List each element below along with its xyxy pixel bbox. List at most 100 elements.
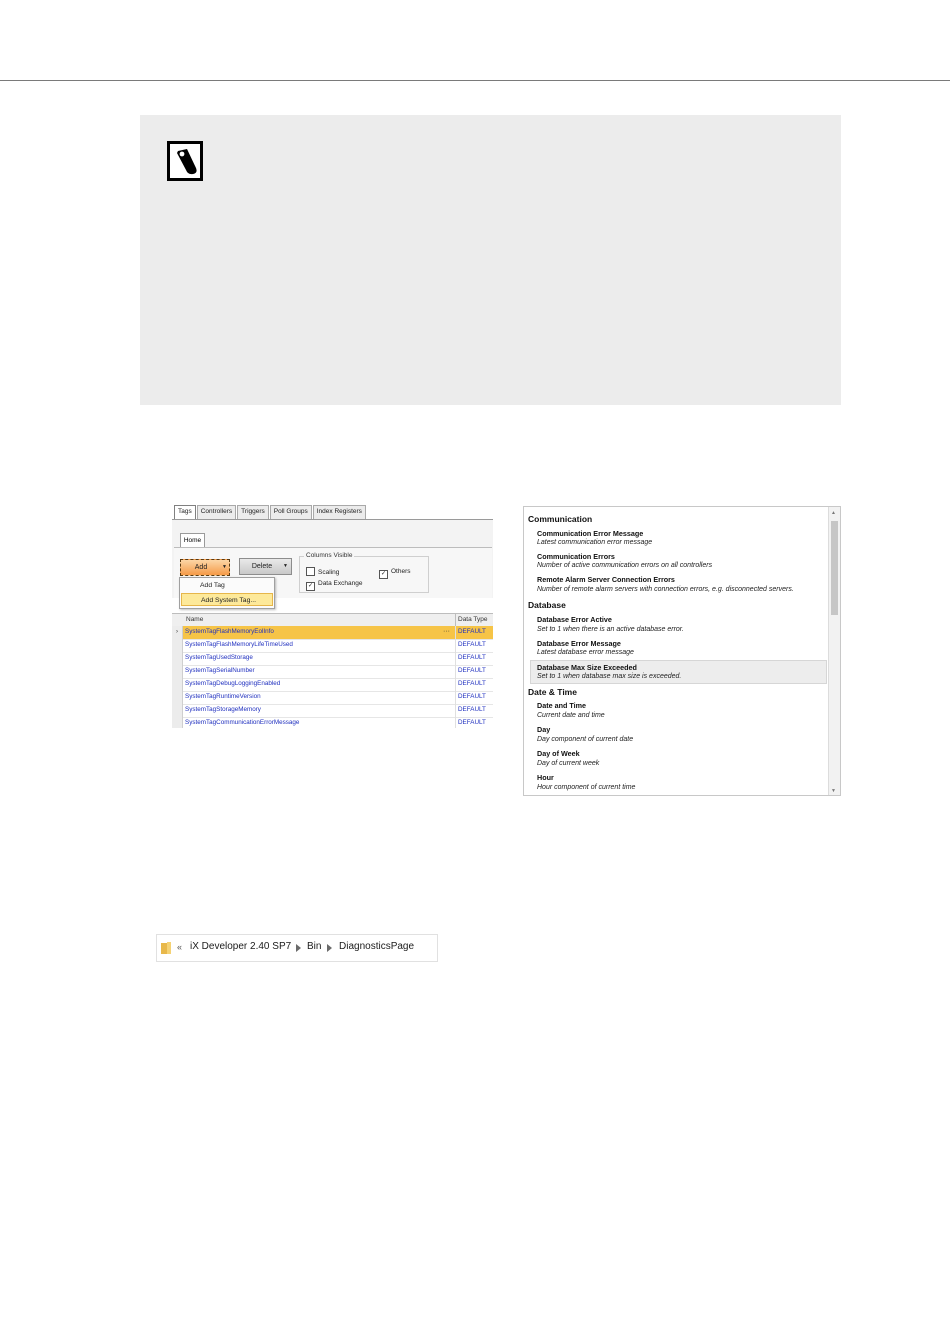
add-dropdown-arrow-icon[interactable]: ▼ [222, 560, 227, 575]
list-item-name[interactable]: Communication Errors [537, 552, 615, 561]
tag-data-type: DEFAULT [455, 704, 486, 717]
tag-name: SystemTagSerialNumber [185, 667, 255, 674]
table-row[interactable]: SystemTagCommunicationErrorMessage DEFAU… [172, 717, 493, 728]
tag-name: SystemTagRuntimeVersion [185, 693, 261, 700]
checkbox-unchecked-icon [306, 567, 315, 576]
tag-name: SystemTagStorageMemory [185, 706, 261, 713]
ellipsis-icon[interactable]: ··· [443, 626, 450, 638]
list-item-desc: Number of active communication errors on… [537, 562, 713, 569]
table-row[interactable]: › SystemTagFlashMemoryEolInfo ··· DEFAUL… [172, 626, 493, 640]
grid-header: Name Data Type [172, 613, 493, 627]
menu-item-add-system-tag[interactable]: Add System Tag... [181, 593, 273, 606]
overflow-chevron-icon[interactable]: « [177, 942, 182, 952]
table-row[interactable]: SystemTagFlashMemoryLifeTimeUsed DEFAULT [172, 639, 493, 653]
delete-button[interactable]: Delete ▼ [239, 558, 292, 575]
header-rule [0, 80, 950, 81]
tag-name: SystemTagDebugLoggingEnabled [185, 680, 281, 687]
vertical-scrollbar[interactable]: ▲ ▼ [828, 507, 840, 795]
row-gutter [172, 665, 183, 678]
tag-data-type: DEFAULT [455, 626, 486, 639]
table-row[interactable]: SystemTagUsedStorage DEFAULT [172, 652, 493, 666]
tag-data-type: DEFAULT [455, 691, 486, 704]
table-row[interactable]: SystemTagSerialNumber DEFAULT [172, 665, 493, 679]
tag-name: SystemTagFlashMemoryLifeTimeUsed [185, 641, 293, 648]
data-exchange-checkbox[interactable]: ✓ Data Exchange [306, 579, 362, 591]
scaling-checkbox[interactable]: Scaling [306, 567, 339, 577]
scroll-down-icon[interactable]: ▼ [831, 788, 836, 794]
table-row[interactable]: SystemTagStorageMemory DEFAULT [172, 704, 493, 718]
chevron-right-icon[interactable] [327, 944, 332, 952]
row-gutter [172, 691, 183, 704]
list-item-name[interactable]: Database Max Size Exceeded [537, 663, 637, 672]
tag-data-type: DEFAULT [455, 652, 486, 665]
list-item-name[interactable]: Database Error Active [537, 615, 612, 624]
list-item-name[interactable]: Day of Week [537, 749, 580, 758]
row-gutter [172, 652, 183, 665]
list-item-desc: Set to 1 when database max size is excee… [537, 673, 682, 680]
category-communication: Communication [528, 514, 593, 524]
folder-icon [161, 942, 171, 954]
others-label: Others [391, 568, 411, 575]
tag-data-type: DEFAULT [455, 717, 486, 728]
list-item-name[interactable]: Hour [537, 773, 554, 782]
tag-grid: Name Data Type › SystemTagFlashMemoryEol… [172, 604, 493, 728]
delete-button-label: Delete [251, 563, 273, 570]
tag-name: SystemTagUsedStorage [185, 654, 253, 661]
tag-data-type: DEFAULT [455, 665, 486, 678]
add-button[interactable]: Add ▼ [180, 559, 230, 576]
tag-data-type: DEFAULT [455, 639, 486, 652]
scroll-up-icon[interactable]: ▲ [831, 510, 836, 516]
tag-name: SystemTagFlashMemoryEolInfo [185, 628, 274, 635]
table-row[interactable]: SystemTagDebugLoggingEnabled DEFAULT [172, 678, 493, 692]
list-item-desc: Latest database error message [537, 649, 634, 656]
list-item-desc: Day component of current date [537, 736, 634, 743]
category-date-time: Date & Time [528, 687, 577, 697]
delete-dropdown-arrow-icon[interactable]: ▼ [283, 559, 288, 574]
list-item-name[interactable]: Database Error Message [537, 639, 621, 648]
list-item-desc: Latest communication error message [537, 539, 653, 546]
list-item-desc: Day of current week [537, 760, 600, 767]
list-item-desc: Number of remote alarm servers with conn… [537, 586, 794, 593]
column-header-data-type[interactable]: Data Type [455, 614, 488, 626]
add-dropdown-menu: Add Tag Add System Tag... [179, 577, 275, 609]
list-item-name[interactable]: Remote Alarm Server Connection Errors [537, 575, 675, 584]
checkbox-checked-icon: ✓ [379, 570, 388, 579]
note-icon [167, 141, 203, 181]
note-box [140, 115, 841, 405]
tab-index-registers[interactable]: Index Registers [312, 505, 366, 519]
columns-visible-title: Columns Visible [304, 551, 355, 560]
row-gutter [172, 678, 183, 691]
tag-name: SystemTagCommunicationErrorMessage [185, 719, 300, 726]
list-item-desc: Current date and time [537, 712, 605, 719]
breadcrumb-item-ix-developer[interactable]: iX Developer 2.40 SP7 [190, 941, 291, 952]
breadcrumb[interactable]: « iX Developer 2.40 SP7 Bin DiagnosticsP… [156, 934, 438, 962]
category-database: Database [528, 600, 566, 610]
breadcrumb-item-diagnostics-page[interactable]: DiagnosticsPage [339, 941, 414, 952]
ribbon-tab-home[interactable]: Home [180, 533, 205, 547]
list-item-desc: Hour component of current time [537, 784, 636, 791]
scroll-thumb[interactable] [831, 521, 838, 615]
breadcrumb-item-bin[interactable]: Bin [307, 941, 321, 952]
checkbox-checked-icon: ✓ [306, 582, 315, 591]
data-exchange-label: Data Exchange [318, 580, 363, 587]
tab-controllers[interactable]: Controllers [196, 505, 237, 519]
system-tag-list: Communication Communication Error Messag… [523, 506, 841, 796]
row-gutter [172, 639, 183, 652]
list-item-name[interactable]: Date and Time [537, 701, 586, 710]
tab-triggers[interactable]: Triggers [237, 505, 269, 519]
scaling-label: Scaling [318, 569, 340, 576]
tab-poll-groups[interactable]: Poll Groups [269, 505, 312, 519]
column-header-name[interactable]: Name [186, 614, 203, 626]
row-gutter [172, 704, 183, 717]
menu-item-add-tag[interactable]: Add Tag [181, 579, 273, 592]
tag-editor-screenshot: Tags Controllers Triggers Poll Groups In… [172, 503, 493, 728]
chevron-right-icon[interactable] [296, 944, 301, 952]
list-item-desc: Set to 1 when there is an active databas… [537, 626, 684, 633]
row-pointer-icon: › [172, 626, 183, 639]
others-checkbox[interactable]: ✓ Others [379, 567, 411, 579]
list-item-name[interactable]: Day [537, 725, 550, 734]
table-row[interactable]: SystemTagRuntimeVersion DEFAULT [172, 691, 493, 705]
tag-editor-tabs: Tags Controllers Triggers Poll Groups In… [174, 505, 367, 519]
tab-tags[interactable]: Tags [174, 505, 196, 519]
list-item-name[interactable]: Communication Error Message [537, 529, 643, 538]
